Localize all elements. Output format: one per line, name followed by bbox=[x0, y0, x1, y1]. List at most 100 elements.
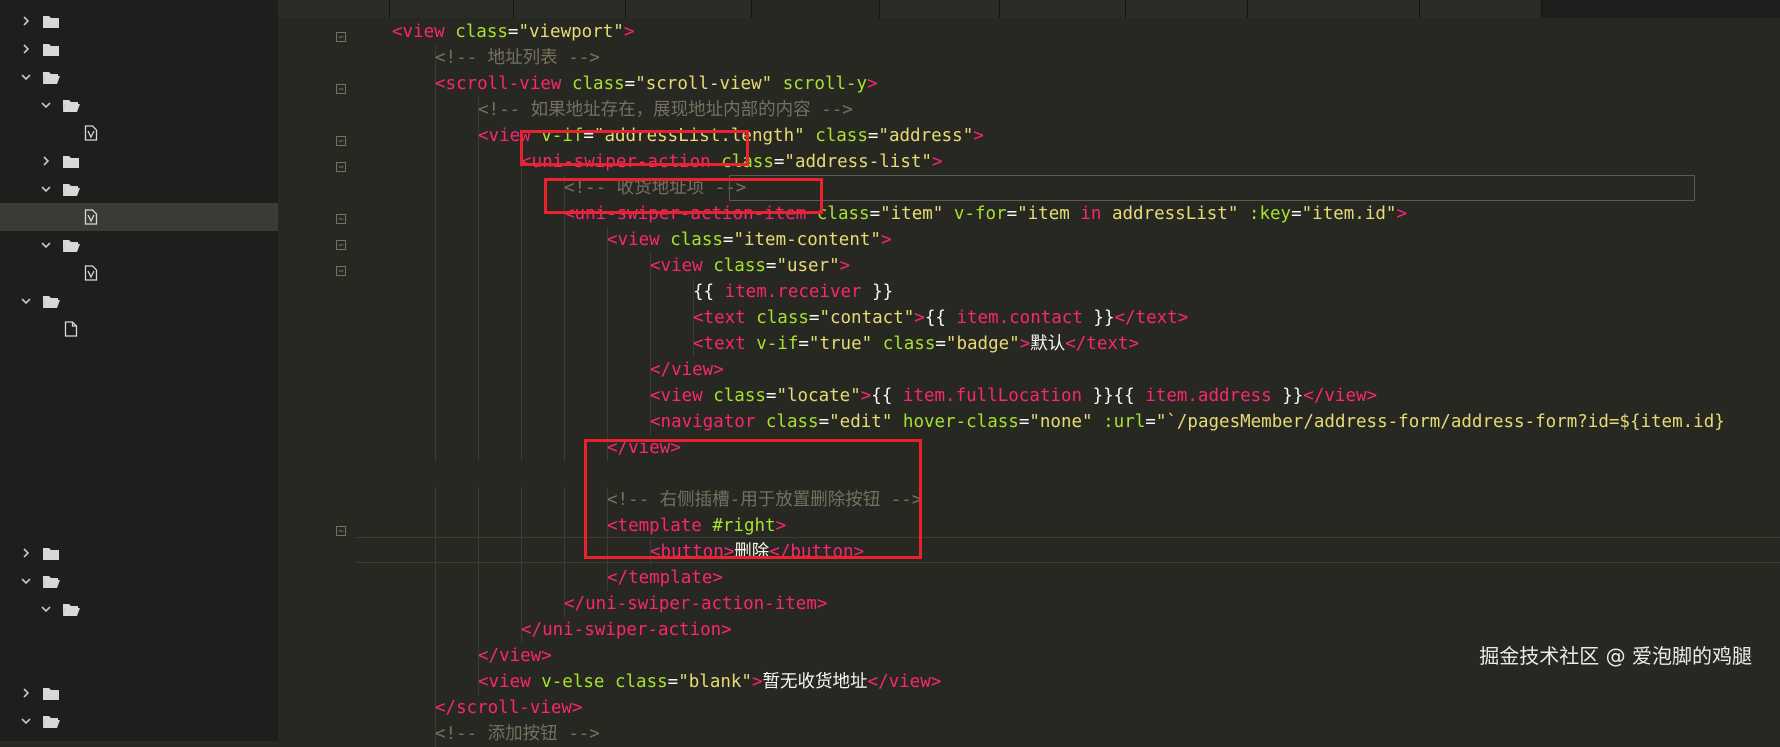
code-line[interactable]: </view> bbox=[478, 643, 552, 669]
chevron-down-icon[interactable] bbox=[20, 715, 32, 727]
chevron-down-icon[interactable] bbox=[20, 295, 32, 307]
chevron-right-icon[interactable] bbox=[20, 43, 32, 55]
fold-toggle-icon[interactable] bbox=[336, 235, 346, 250]
chevron-down-icon[interactable] bbox=[40, 99, 52, 111]
chevron-right-icon[interactable] bbox=[20, 547, 32, 559]
code-line[interactable]: <navigator class="edit" hover-class="non… bbox=[650, 409, 1725, 435]
code-line[interactable]: <view class="item-content"> bbox=[607, 227, 892, 253]
chevron-down-icon[interactable] bbox=[20, 71, 32, 83]
fold-toggle-icon[interactable] bbox=[336, 131, 346, 146]
sidebar-item-index-ts[interactable] bbox=[0, 651, 278, 679]
indent-guide bbox=[435, 331, 436, 357]
code-token: v-for bbox=[953, 204, 1007, 224]
tab-address-ts[interactable] bbox=[880, 0, 1000, 18]
code-token: "item.id" bbox=[1301, 204, 1397, 224]
code-line[interactable]: <view class="user"> bbox=[650, 253, 850, 279]
indent-guide bbox=[478, 331, 479, 357]
sidebar-item-goods-ts[interactable] bbox=[0, 371, 278, 399]
code-line[interactable]: </uni-swiper-action-item> bbox=[564, 591, 827, 617]
sidebar-item-profile[interactable] bbox=[0, 91, 278, 119]
code-token: <!-- 地址列表 --> bbox=[435, 48, 600, 68]
code-token: item.contact bbox=[956, 308, 1083, 328]
tab-my-vue[interactable] bbox=[390, 0, 514, 18]
code-token: "true" bbox=[808, 334, 873, 354]
fold-toggle-icon[interactable] bbox=[336, 521, 346, 536]
chevron-down-icon[interactable] bbox=[40, 603, 52, 615]
sidebar-item-pages[interactable] bbox=[0, 35, 278, 63]
sidebar-item-static[interactable] bbox=[0, 539, 278, 567]
chevron-right-icon[interactable] bbox=[40, 155, 52, 167]
tab-login-vue[interactable] bbox=[278, 0, 390, 18]
code-line[interactable]: <scroll-view class="scroll-view" scroll-… bbox=[435, 71, 878, 97]
indent-guide bbox=[564, 227, 565, 253]
sidebar-item-services[interactable] bbox=[0, 287, 278, 315]
sidebar-item-settings[interactable] bbox=[0, 147, 278, 175]
sidebar-item-stores[interactable] bbox=[0, 567, 278, 595]
sidebar-item-member-ts[interactable] bbox=[0, 623, 278, 651]
sidebar-item-login-ts[interactable] bbox=[0, 455, 278, 483]
code-line[interactable]: <view v-else class="blank">暂无收货地址</view> bbox=[478, 669, 941, 695]
sidebar-item-types[interactable] bbox=[0, 707, 278, 735]
chevron-down-icon[interactable] bbox=[20, 575, 32, 587]
code-token: </text> bbox=[1065, 334, 1139, 354]
sidebar-item-composables[interactable] bbox=[0, 7, 278, 35]
code-line[interactable]: </view> bbox=[650, 357, 724, 383]
highlight-box-right-slot bbox=[584, 439, 922, 559]
sidebar-item-address[interactable] bbox=[0, 175, 278, 203]
code-line[interactable]: <text v-if="true" class="badge">默认</text… bbox=[693, 331, 1139, 357]
sidebar-item-address-vue[interactable] bbox=[0, 203, 278, 231]
indent-guide bbox=[435, 565, 436, 591]
code-line[interactable]: <view class="viewport"> bbox=[392, 19, 634, 45]
code-line[interactable]: <!-- 添加按钮 --> bbox=[435, 721, 600, 747]
tab-settings-vue[interactable] bbox=[514, 0, 626, 18]
sidebar-item-styles[interactable] bbox=[0, 679, 278, 707]
code-line[interactable]: {{ item.receiver }} bbox=[693, 279, 893, 305]
code-line[interactable]: </template> bbox=[607, 565, 723, 591]
sidebar-item-profile-ts[interactable] bbox=[0, 483, 278, 511]
sidebar-item-hot-ts[interactable] bbox=[0, 427, 278, 455]
fold-toggle-icon[interactable] bbox=[336, 209, 346, 224]
chevron-down-icon[interactable] bbox=[40, 183, 52, 195]
code-line[interactable]: </scroll-view> bbox=[435, 695, 583, 721]
tab-profile-vue[interactable] bbox=[626, 0, 752, 18]
sidebar-item-modules[interactable] bbox=[0, 595, 278, 623]
sidebar-item-pagesmember[interactable] bbox=[0, 63, 278, 91]
tab-address-d-ts[interactable] bbox=[1000, 0, 1126, 18]
sidebar-item-profile-vue[interactable] bbox=[0, 119, 278, 147]
indent-guide bbox=[478, 149, 479, 175]
code-token: <navigator bbox=[650, 412, 766, 432]
sidebar-item-address-form-vue[interactable] bbox=[0, 259, 278, 287]
code-editor[interactable]: <view class="viewport"> <!-- 地址列表 --> <scr… bbox=[278, 18, 1780, 747]
chevron-right-icon[interactable] bbox=[20, 15, 32, 27]
sidebar-item-home-ts[interactable] bbox=[0, 399, 278, 427]
code-token: "edit" bbox=[829, 412, 893, 432]
tab-address-form-vue[interactable] bbox=[1248, 0, 1420, 18]
sidebar-item-category-ts[interactable] bbox=[0, 343, 278, 371]
code-token: :url bbox=[1103, 412, 1146, 432]
fold-toggle-icon[interactable] bbox=[336, 261, 346, 276]
indent-guide bbox=[607, 253, 608, 279]
code-token: "contact" bbox=[819, 308, 915, 328]
fold-toggle-icon[interactable] bbox=[336, 157, 346, 172]
code-token: class bbox=[571, 74, 625, 94]
indent-guide bbox=[478, 565, 479, 591]
code-token: "locate" bbox=[776, 386, 861, 406]
code-line[interactable]: <!-- 地址列表 --> bbox=[435, 45, 600, 71]
code-line[interactable]: <!-- 如果地址存在，展现地址内部的内容 --> bbox=[478, 97, 853, 123]
tab-goods-d-ts[interactable] bbox=[1126, 0, 1248, 18]
chevron-down-icon[interactable] bbox=[40, 239, 52, 251]
sidebar-item-gitkeep[interactable] bbox=[0, 315, 278, 343]
tab-address-vue[interactable] bbox=[752, 0, 880, 18]
tab-member-d-ts[interactable] bbox=[1420, 0, 1542, 18]
indent-guide bbox=[564, 565, 565, 591]
chevron-right-icon[interactable] bbox=[20, 687, 32, 699]
fold-toggle-icon[interactable] bbox=[336, 79, 346, 94]
line-number bbox=[278, 409, 328, 435]
fold-toggle-icon[interactable] bbox=[336, 27, 346, 42]
code-line[interactable]: </uni-swiper-action> bbox=[521, 617, 732, 643]
code-line[interactable]: <text class="contact">{{ item.contact }}… bbox=[693, 305, 1188, 331]
code-token: = bbox=[935, 334, 946, 354]
sidebar-item-address-ts[interactable] bbox=[0, 511, 278, 539]
code-line[interactable]: <view class="locate">{{ item.fullLocatio… bbox=[650, 383, 1377, 409]
sidebar-item-address-form[interactable] bbox=[0, 231, 278, 259]
